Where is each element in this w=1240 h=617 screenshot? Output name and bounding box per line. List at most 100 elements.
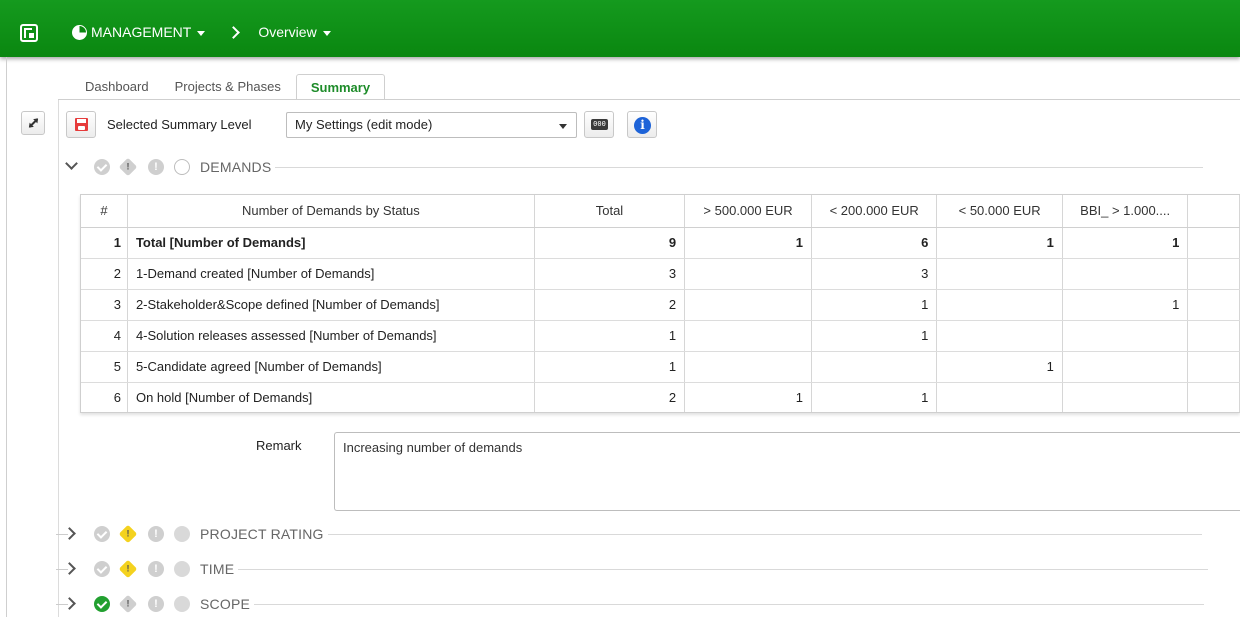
column-header[interactable]: > 500.000 EUR bbox=[684, 195, 813, 228]
cell-total: 2 bbox=[534, 382, 686, 412]
section-scope[interactable]: SCOPE bbox=[56, 594, 1205, 614]
cell-empty bbox=[1187, 258, 1240, 290]
cell-value bbox=[1062, 320, 1189, 352]
chevron-right-icon[interactable] bbox=[56, 526, 82, 542]
demands-table: # Number of Demands by Status Total > 50… bbox=[80, 194, 1240, 413]
table-row[interactable]: 2 1-Demand created [Number of Demands] 3… bbox=[81, 258, 1240, 290]
warning-status-icon bbox=[118, 157, 138, 177]
warning-status-icon bbox=[118, 594, 138, 614]
table-row[interactable]: 3 2-Stakeholder&Scope defined [Number of… bbox=[81, 289, 1240, 321]
column-header[interactable]: < 200.000 EUR bbox=[811, 195, 938, 228]
table-row[interactable]: 4 4-Solution releases assessed [Number o… bbox=[81, 320, 1240, 352]
caret-down-icon bbox=[559, 124, 567, 129]
cell-value bbox=[1062, 382, 1189, 412]
cell-value: 1 bbox=[936, 351, 1063, 383]
chevron-right-icon[interactable] bbox=[56, 561, 82, 577]
cell-value bbox=[936, 382, 1063, 412]
section-time[interactable]: TIME bbox=[56, 559, 1209, 579]
cell-value bbox=[684, 320, 813, 352]
summary-level-select[interactable]: My Settings (edit mode) bbox=[286, 112, 577, 138]
check-status-icon bbox=[94, 561, 110, 577]
counter-icon: 000 bbox=[591, 119, 608, 130]
column-header[interactable]: < 50.000 EUR bbox=[936, 195, 1063, 228]
cell-value bbox=[684, 351, 813, 383]
cell-value bbox=[1062, 258, 1189, 290]
section-project-rating[interactable]: PROJECT RATING bbox=[56, 524, 1202, 544]
cell-total: 2 bbox=[534, 289, 686, 321]
counter-button[interactable]: 000 bbox=[584, 111, 614, 138]
caret-down-icon bbox=[322, 30, 331, 36]
table-row[interactable]: 5 5-Candidate agreed [Number of Demands]… bbox=[81, 351, 1240, 383]
expand-arrows-icon bbox=[28, 118, 39, 128]
info-button[interactable]: i bbox=[627, 111, 657, 138]
save-button[interactable] bbox=[66, 111, 96, 138]
cell-empty bbox=[1187, 351, 1240, 383]
remark-textarea[interactable]: Increasing number of demands bbox=[334, 432, 1240, 511]
pie-chart-icon bbox=[72, 24, 87, 40]
row-label: 1-Demand created [Number of Demands] bbox=[127, 258, 535, 290]
cell-value bbox=[936, 320, 1063, 352]
column-header bbox=[1187, 195, 1240, 228]
section-demands[interactable]: DEMANDS bbox=[64, 157, 1204, 177]
caret-down-icon bbox=[197, 30, 206, 36]
chevron-down-icon[interactable] bbox=[64, 159, 82, 175]
cell-value bbox=[684, 258, 813, 290]
cell-empty bbox=[1187, 227, 1240, 259]
section-label: TIME bbox=[200, 561, 235, 577]
module-menu[interactable]: MANAGEMENT bbox=[91, 24, 206, 40]
tab-projects-phases[interactable]: Projects & Phases bbox=[164, 74, 292, 100]
tab-dashboard[interactable]: Dashboard bbox=[74, 74, 160, 100]
circle-status-icon bbox=[174, 526, 190, 542]
summary-level-value: My Settings (edit mode) bbox=[295, 117, 433, 132]
cell-empty bbox=[1187, 289, 1240, 321]
chevron-right-icon bbox=[227, 25, 241, 39]
expand-button[interactable] bbox=[21, 111, 45, 135]
table-header-row: # Number of Demands by Status Total > 50… bbox=[81, 195, 1240, 228]
module-label: MANAGEMENT bbox=[91, 24, 192, 40]
content-border bbox=[58, 100, 59, 617]
error-status-icon bbox=[148, 526, 164, 542]
cell-value: 3 bbox=[811, 258, 938, 290]
page-label: Overview bbox=[258, 24, 317, 40]
warning-status-icon bbox=[118, 524, 138, 544]
section-rule bbox=[238, 568, 1209, 570]
row-index: 2 bbox=[81, 258, 128, 290]
remark-label: Remark bbox=[256, 438, 302, 453]
tab-bar: Dashboard Projects & Phases Summary bbox=[74, 74, 389, 100]
section-rule bbox=[254, 603, 1205, 605]
row-index: 4 bbox=[81, 320, 128, 352]
cell-value bbox=[1062, 351, 1189, 383]
table-row[interactable]: 6 On hold [Number of Demands] 2 1 1 bbox=[81, 382, 1240, 412]
tab-summary[interactable]: Summary bbox=[295, 74, 386, 100]
cell-value bbox=[936, 258, 1063, 290]
chevron-right-icon[interactable] bbox=[56, 596, 82, 612]
cell-value: 1 bbox=[811, 382, 938, 412]
row-label: On hold [Number of Demands] bbox=[127, 382, 535, 412]
tab-divider bbox=[58, 99, 1240, 100]
column-header[interactable]: BBI_ > 1.000.... bbox=[1062, 195, 1189, 228]
cell-value: 1 bbox=[811, 289, 938, 321]
section-rule bbox=[275, 166, 1204, 168]
cell-value: 1 bbox=[811, 320, 938, 352]
cell-value: 1 bbox=[1062, 227, 1189, 259]
floppy-disk-icon bbox=[75, 118, 88, 131]
table-row[interactable]: 1 Total [Number of Demands] 9 1 6 1 1 bbox=[81, 227, 1240, 259]
section-label: SCOPE bbox=[200, 596, 251, 612]
column-header[interactable]: Number of Demands by Status bbox=[127, 195, 535, 228]
cell-total: 1 bbox=[534, 320, 686, 352]
column-header[interactable]: # bbox=[81, 195, 128, 228]
cell-total: 1 bbox=[534, 351, 686, 383]
error-status-icon bbox=[148, 159, 164, 175]
summary-level-label: Selected Summary Level bbox=[107, 117, 252, 132]
app-logo-icon[interactable] bbox=[20, 24, 38, 42]
warning-status-icon bbox=[118, 559, 138, 579]
cell-empty bbox=[1187, 320, 1240, 352]
circle-status-icon bbox=[174, 596, 190, 612]
row-index: 6 bbox=[81, 382, 128, 412]
page-menu[interactable]: Overview bbox=[258, 24, 331, 40]
error-status-icon bbox=[148, 596, 164, 612]
column-header[interactable]: Total bbox=[534, 195, 686, 228]
check-status-icon bbox=[94, 596, 110, 612]
check-status-icon bbox=[94, 159, 110, 175]
check-status-icon bbox=[94, 526, 110, 542]
